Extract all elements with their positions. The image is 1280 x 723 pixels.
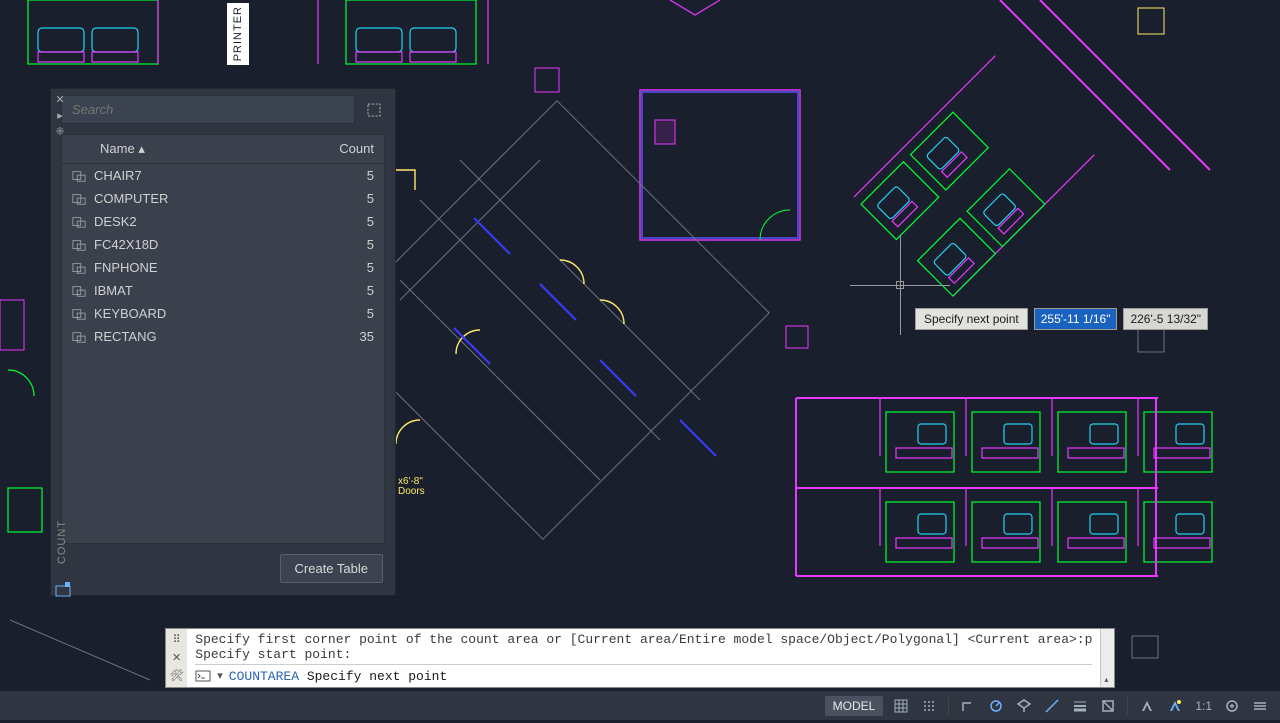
column-header-count[interactable]: Count	[314, 141, 374, 157]
table-row[interactable]: IBMAT 5	[62, 279, 384, 302]
block-name: FNPHONE	[94, 260, 158, 275]
status-bar: MODEL 1:1	[0, 690, 1280, 720]
chevron-icon: ▾	[217, 669, 223, 683]
grid-icon[interactable]	[889, 695, 913, 717]
close-icon[interactable]: ✕	[52, 93, 68, 107]
block-name: COMPUTER	[94, 191, 168, 206]
block-icon	[72, 330, 86, 344]
osnap-icon[interactable]	[1040, 695, 1064, 717]
svg-text:Doors: Doors	[398, 486, 425, 497]
block-count: 5	[314, 306, 374, 321]
command-prompt-icon	[195, 668, 211, 684]
dynamic-input: Specify next point 255'-11 1/16" 226'-5 …	[915, 308, 1208, 330]
block-icon	[72, 284, 86, 298]
pin-icon[interactable]: ▸	[52, 109, 68, 123]
block-count: 5	[314, 168, 374, 183]
coordinate-2-field[interactable]: 226'-5 13/32"	[1123, 308, 1208, 330]
block-count: 5	[314, 191, 374, 206]
polar-icon[interactable]	[984, 695, 1008, 717]
block-name: DESK2	[94, 214, 137, 229]
workspace-icon[interactable]	[1220, 695, 1244, 717]
snap-icon[interactable]	[917, 695, 941, 717]
block-icon	[72, 261, 86, 275]
search-input[interactable]	[61, 95, 355, 124]
block-name: FC42X18D	[94, 237, 158, 252]
annotation-scale-value[interactable]: 1:1	[1191, 699, 1216, 713]
transparency-icon[interactable]	[1096, 695, 1120, 717]
collapse-icon[interactable]: ⁜	[52, 125, 68, 139]
svg-text:x6'-8": x6'-8"	[398, 476, 423, 487]
column-header-name[interactable]: Name ▴	[72, 141, 314, 157]
block-icon	[72, 192, 86, 206]
table-row[interactable]: FNPHONE 5	[62, 256, 384, 279]
customize-icon[interactable]	[1248, 695, 1272, 717]
count-palette: ✕ ▸ ⁜ Name ▴ Count CHAIR75COMPUTER5DESK2…	[50, 88, 396, 596]
ortho-icon[interactable]	[956, 695, 980, 717]
annotation-scale-icon[interactable]	[1135, 695, 1159, 717]
block-icon	[72, 238, 86, 252]
table-row[interactable]: KEYBOARD 5	[62, 302, 384, 325]
block-name: IBMAT	[94, 283, 133, 298]
isodraft-icon[interactable]	[1012, 695, 1036, 717]
cmd-drag-icon[interactable]: ⠿	[173, 633, 181, 647]
selection-icon[interactable]	[363, 99, 385, 121]
block-name: RECTANG	[94, 329, 157, 344]
block-count: 5	[314, 283, 374, 298]
table-row[interactable]: DESK2 5	[62, 210, 384, 233]
dynamic-prompt: Specify next point	[915, 308, 1028, 330]
printer-label: PRINTER	[227, 3, 249, 65]
coordinate-1-field[interactable]: 255'-11 1/16"	[1034, 308, 1118, 330]
block-icon	[72, 307, 86, 321]
block-count: 5	[314, 260, 374, 275]
command-history: Specify first corner point of the count …	[195, 632, 1092, 662]
block-icon	[72, 215, 86, 229]
lineweight-icon[interactable]	[1068, 695, 1092, 717]
table-row[interactable]: COMPUTER 5	[62, 187, 384, 210]
sort-asc-icon: ▴	[138, 141, 145, 156]
block-count: 5	[314, 237, 374, 252]
cmd-close-icon[interactable]: ✕	[172, 651, 181, 665]
block-count-table: Name ▴ Count CHAIR75COMPUTER5DESK25FC42X…	[61, 134, 385, 544]
block-count: 35	[314, 329, 374, 344]
block-count: 5	[314, 214, 374, 229]
table-row[interactable]: CHAIR7 5	[62, 164, 384, 187]
annotation-visibility-icon[interactable]	[1163, 695, 1187, 717]
block-icon	[72, 169, 86, 183]
model-space-badge[interactable]: MODEL	[825, 696, 884, 716]
command-line[interactable]: ⠿ ✕ 🛠 Specify first corner point of the …	[165, 628, 1115, 688]
table-row[interactable]: FC42X18D 5	[62, 233, 384, 256]
cmd-wrench-icon[interactable]: 🛠	[170, 669, 184, 683]
block-name: KEYBOARD	[94, 306, 166, 321]
palette-title: COUNT	[56, 520, 68, 564]
command-scrollbar[interactable]: ▴	[1100, 629, 1114, 687]
block-name: CHAIR7	[94, 168, 142, 183]
table-row[interactable]: RECTANG 35	[62, 325, 384, 348]
command-input[interactable]: ▾ COUNTAREA Specify next point	[195, 664, 1092, 687]
create-table-button[interactable]: Create Table	[280, 554, 383, 583]
palette-footer-icon[interactable]	[55, 582, 71, 598]
